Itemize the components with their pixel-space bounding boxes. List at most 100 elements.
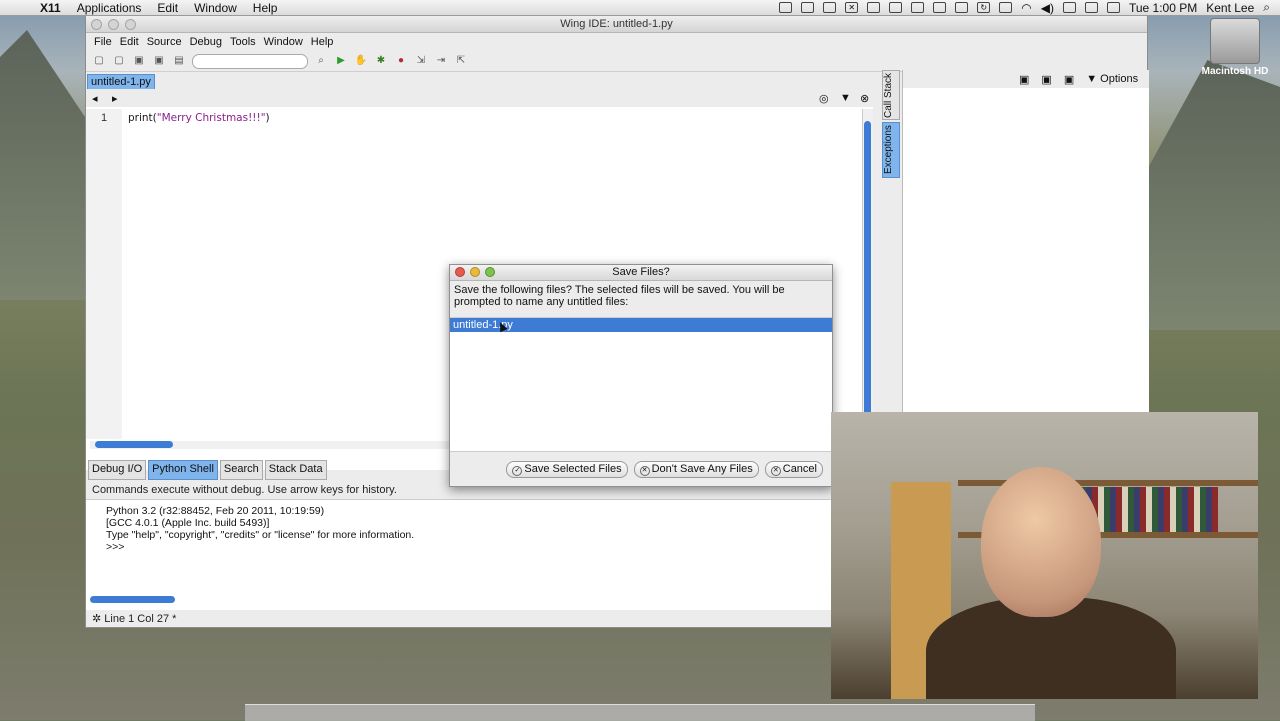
exceptions-pane: ▣ ▣ ▣ ▼ Options	[902, 70, 1149, 412]
save-selected-label: Save Selected Files	[524, 463, 622, 475]
new-file-icon[interactable]: ▢	[92, 54, 106, 68]
dialog-close-button[interactable]	[455, 267, 465, 277]
cancel-button[interactable]: ✕ Cancel	[764, 461, 823, 478]
macintosh-hd-desktop-icon[interactable]: Macintosh HD	[1200, 18, 1270, 77]
record-icon[interactable]	[889, 2, 903, 13]
keyboard-icon[interactable]	[1084, 2, 1098, 13]
presenter-head	[981, 467, 1101, 617]
code-close: )	[265, 112, 270, 124]
step-into-icon[interactable]: ⇲	[414, 54, 428, 68]
status-area: ✕ ↻ ◠ ◀) Tue 1:00 PM Kent Lee ⌕	[779, 0, 1280, 15]
refresh-icon[interactable]: ↻	[977, 2, 991, 13]
webcam-overlay	[831, 412, 1258, 699]
menu-app-x11[interactable]: X11	[34, 1, 71, 15]
wing-titlebar[interactable]: Wing IDE: untitled-1.py	[86, 16, 1147, 33]
dialog-minimize-button[interactable]	[470, 267, 480, 277]
pane-icon-3[interactable]: ▣	[1064, 73, 1074, 86]
dropbox-icon[interactable]	[801, 2, 815, 13]
search-icon[interactable]: ⌕	[314, 54, 328, 68]
window-title: Wing IDE: untitled-1.py	[560, 18, 673, 30]
menu-debug[interactable]: Debug	[186, 36, 226, 48]
menu-help[interactable]: Help	[307, 36, 338, 48]
mountain-right	[1148, 60, 1280, 330]
forward-icon[interactable]: ▸	[112, 92, 118, 105]
menu-file[interactable]: File	[90, 36, 116, 48]
pane-icon-1[interactable]: ▣	[1019, 73, 1029, 86]
wing-menu-bar: File Edit Source Debug Tools Window Help	[86, 33, 1147, 51]
file-list-item[interactable]: untitled-1.py	[450, 318, 832, 332]
dialog-buttons: ✓ Save Selected Files ✕ Don't Save Any Fil…	[506, 461, 823, 478]
chevron-down-icon[interactable]: ▼	[840, 92, 851, 104]
options-icon[interactable]: ◎	[819, 92, 829, 105]
menu-edit[interactable]: Edit	[116, 36, 143, 48]
open-file-icon[interactable]: ▢	[112, 54, 126, 68]
tab-call-stack[interactable]: Call Stack	[882, 70, 900, 120]
step-over-icon[interactable]: ⇥	[434, 54, 448, 68]
menu-edit[interactable]: Edit	[151, 1, 188, 15]
menu-tools[interactable]: Tools	[226, 36, 260, 48]
bug-icon[interactable]: ✱	[374, 54, 388, 68]
tab-stack-data[interactable]: Stack Data	[264, 460, 327, 480]
toolbar-search-input[interactable]	[192, 53, 308, 69]
menu-window[interactable]: Window	[260, 36, 307, 48]
editor-tab-untitled[interactable]: untitled-1.py	[87, 74, 155, 90]
x-icon: ✕	[770, 466, 781, 476]
ring-icon[interactable]	[911, 2, 925, 13]
close-window-button[interactable]	[91, 19, 102, 30]
sync-icon[interactable]	[823, 2, 837, 13]
minimize-window-button[interactable]	[108, 19, 119, 30]
options-button[interactable]: ▼ Options	[1086, 73, 1138, 85]
menu-applications[interactable]: Applications	[71, 1, 152, 15]
file-list: untitled-1.py	[450, 317, 832, 452]
tab-search[interactable]: Search	[219, 460, 263, 480]
tab-python-shell[interactable]: Python Shell	[148, 460, 218, 480]
volume-icon[interactable]: ◀)	[1041, 1, 1054, 15]
menu-help[interactable]: Help	[247, 1, 288, 15]
user-name[interactable]: Kent Lee	[1206, 1, 1254, 15]
hd-label: Macintosh HD	[1201, 66, 1269, 77]
dont-save-button[interactable]: ✕ Don't Save Any Files	[633, 461, 759, 478]
dialog-message: Save the following files? The selected f…	[454, 284, 785, 308]
check-icon: ✓	[512, 466, 523, 476]
tab-debug-io[interactable]: Debug I/O	[88, 460, 147, 480]
wifi-icon[interactable]: ◠	[1021, 1, 1031, 15]
lock-icon[interactable]	[955, 2, 969, 13]
spotlight-icon[interactable]: ⌕	[1263, 0, 1270, 15]
x-icon: ✕	[639, 466, 650, 476]
print-icon[interactable]: ▤	[172, 54, 186, 68]
run-icon[interactable]: ▶	[334, 54, 348, 68]
menu-window[interactable]: Window	[188, 1, 247, 15]
close-icon[interactable]: ✕	[845, 2, 859, 13]
code-line[interactable]: print("Merry Christmas!!!")	[128, 112, 270, 124]
dialog-titlebar[interactable]: Save Files?	[450, 265, 832, 281]
message-icon[interactable]	[867, 2, 881, 13]
python-shell[interactable]: Python 3.2 (r32:88452, Feb 20 2011, 10:1…	[86, 499, 831, 610]
zoom-window-button[interactable]	[125, 19, 136, 30]
save-all-icon[interactable]: ▣	[152, 54, 166, 68]
shell-prompt[interactable]: >>>	[106, 541, 414, 553]
battery-icon[interactable]	[1062, 2, 1076, 13]
pane-icon-2[interactable]: ▣	[1041, 73, 1051, 86]
time-machine-icon[interactable]	[999, 2, 1013, 13]
back-icon[interactable]: ◂	[92, 92, 98, 105]
cursor-position: Line 1 Col 27 *	[104, 613, 177, 625]
camera-icon[interactable]	[779, 2, 793, 13]
save-selected-files-button[interactable]: ✓ Save Selected Files	[506, 461, 628, 478]
clock[interactable]: Tue 1:00 PM	[1129, 1, 1197, 15]
exceptions-pane-header: ▣ ▣ ▣ ▼ Options	[903, 70, 1149, 88]
dialog-zoom-button[interactable]	[485, 267, 495, 277]
display-icon[interactable]	[1106, 2, 1120, 13]
shell-horizontal-scrollbar[interactable]	[90, 596, 175, 603]
stop-icon[interactable]: ●	[394, 54, 408, 68]
close-editor-icon[interactable]: ⊗	[860, 92, 869, 105]
bluetooth-icon[interactable]	[933, 2, 947, 13]
menu-source[interactable]: Source	[143, 36, 186, 48]
save-icon[interactable]: ▣	[132, 54, 146, 68]
dock[interactable]	[245, 704, 1035, 721]
editor-vertical-scrollbar[interactable]	[862, 109, 873, 442]
gear-icon[interactable]: ✲	[92, 613, 101, 625]
step-out-icon[interactable]: ⇱	[454, 54, 468, 68]
stop-hand-icon[interactable]: ✋	[354, 54, 368, 68]
editor-horizontal-scrollbar[interactable]	[90, 441, 450, 449]
tab-exceptions[interactable]: Exceptions	[882, 122, 900, 178]
